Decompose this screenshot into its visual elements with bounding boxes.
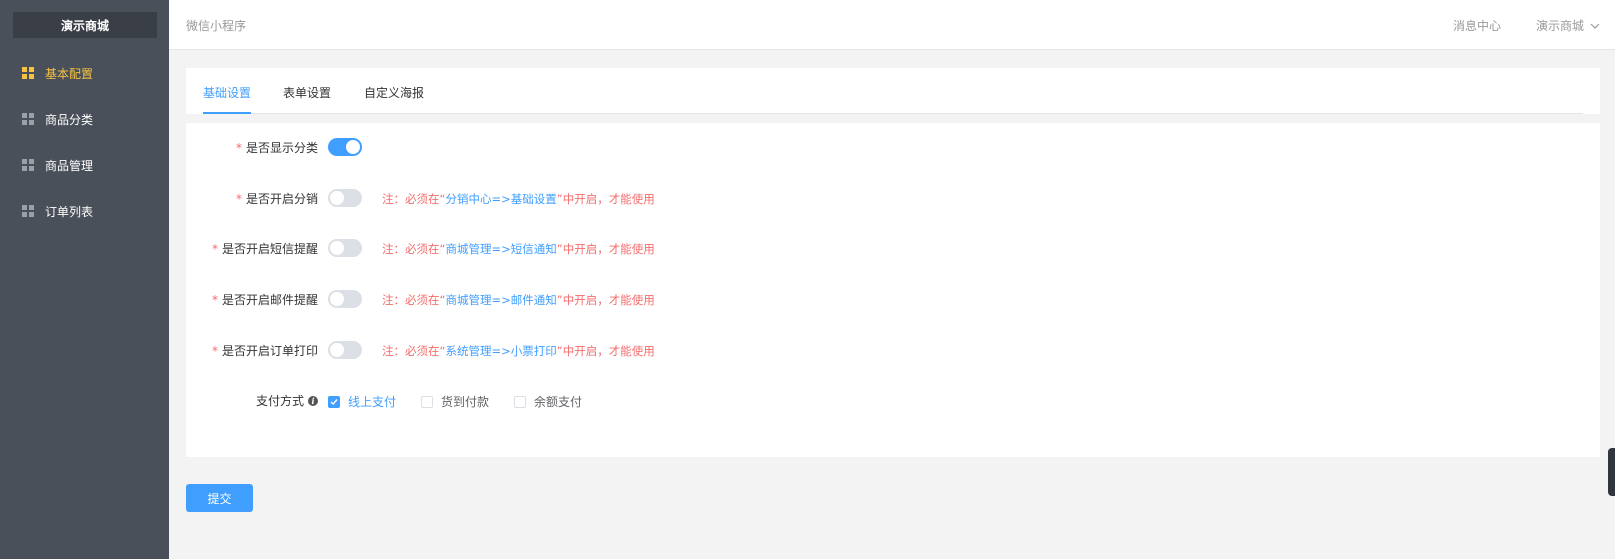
brand-logo: 演示商城 <box>13 12 157 38</box>
required-mark: * <box>235 191 242 206</box>
info-icon[interactable]: i <box>308 395 318 406</box>
required-mark: * <box>211 292 218 307</box>
top-header: 微信小程序 消息中心 演示商城 <box>169 0 1615 50</box>
submit-button[interactable]: 提交 <box>186 484 253 512</box>
sms-settings-link[interactable]: 商城管理=>短信通知 <box>445 242 556 256</box>
side-drawer-handle[interactable] <box>1608 448 1615 496</box>
show-category-switch[interactable] <box>328 138 362 156</box>
chevron-down-icon <box>1590 23 1600 29</box>
print-settings-link[interactable]: 系统管理=>小票打印 <box>445 344 556 358</box>
email-note: 注：必须在“商城管理=>邮件通知”中开启，才能使用 <box>382 293 655 307</box>
cod-checkbox[interactable]: 货到付款 <box>421 393 489 410</box>
required-mark: * <box>235 140 242 155</box>
user-name: 演示商城 <box>1536 19 1585 33</box>
grid-icon <box>22 67 34 79</box>
checkbox-label: 货到付款 <box>441 395 490 409</box>
settings-form: * 是否显示分类 * 是否开启分销 注：必须在“分销中心=>基础设置”中开启，才能使… <box>186 123 1600 457</box>
enable-print-switch[interactable] <box>328 341 362 359</box>
enable-email-switch[interactable] <box>328 290 362 308</box>
grid-icon <box>22 159 34 171</box>
user-menu[interactable]: 演示商城 <box>1536 17 1600 34</box>
distribution-settings-link[interactable]: 分销中心=>基础设置 <box>445 192 556 206</box>
breadcrumb: 微信小程序 <box>186 19 247 33</box>
online-pay-checkbox[interactable]: 线上支付 <box>328 393 396 410</box>
tabs-bar: 基础设置 表单设置 自定义海报 <box>186 68 1600 114</box>
required-mark: * <box>211 241 218 256</box>
field-label: 是否显示分类 <box>245 141 318 155</box>
checkbox-label: 余额支付 <box>534 395 583 409</box>
enable-sms-switch[interactable] <box>328 239 362 257</box>
grid-icon <box>22 205 34 217</box>
balance-pay-checkbox[interactable]: 余额支付 <box>514 393 582 410</box>
form-row-payment: 支付方式 i 线上支付 货到付款 余额支付 <box>186 390 1600 410</box>
tab-form-settings[interactable]: 表单设置 <box>283 84 331 101</box>
field-label: 支付方式 <box>255 394 304 408</box>
check-icon <box>330 398 338 405</box>
email-settings-link[interactable]: 商城管理=>邮件通知 <box>445 293 556 307</box>
form-row-enable-distribution: * 是否开启分销 注：必须在“分销中心=>基础设置”中开启，才能使用 <box>186 188 1600 208</box>
required-mark: * <box>211 343 218 358</box>
checkbox-box <box>514 395 526 408</box>
sidebar-item-order-list[interactable]: 订单列表 <box>0 199 169 223</box>
sidebar-item-product-management[interactable]: 商品管理 <box>0 153 169 177</box>
sidebar-item-label: 订单列表 <box>45 204 94 219</box>
field-label: 是否开启分销 <box>245 192 318 206</box>
checkbox-label: 线上支付 <box>348 395 397 409</box>
form-row-show-category: * 是否显示分类 <box>186 137 1600 157</box>
sidebar: 演示商城 基本配置 商品分类 商品管理 订单列表 <box>0 0 169 559</box>
field-label: 是否开启短信提醒 <box>221 242 318 256</box>
checkbox-box <box>328 395 340 408</box>
tabs-divider <box>203 113 1583 114</box>
field-label: 是否开启订单打印 <box>221 344 318 358</box>
sidebar-item-label: 商品分类 <box>45 112 94 127</box>
field-label: 是否开启邮件提醒 <box>221 293 318 307</box>
sidebar-item-basic-config[interactable]: 基本配置 <box>0 61 169 85</box>
distribution-note: 注：必须在“分销中心=>基础设置”中开启，才能使用 <box>382 192 655 206</box>
form-row-enable-email: * 是否开启邮件提醒 注：必须在“商城管理=>邮件通知”中开启，才能使用 <box>186 289 1600 309</box>
form-row-enable-sms: * 是否开启短信提醒 注：必须在“商城管理=>短信通知”中开启，才能使用 <box>186 238 1600 258</box>
tab-custom-poster[interactable]: 自定义海报 <box>364 84 424 101</box>
sidebar-item-product-category[interactable]: 商品分类 <box>0 107 169 131</box>
tab-active-indicator <box>203 112 251 114</box>
sms-note: 注：必须在“商城管理=>短信通知”中开启，才能使用 <box>382 242 655 256</box>
form-row-enable-print: * 是否开启订单打印 注：必须在“系统管理=>小票打印”中开启，才能使用 <box>186 340 1600 360</box>
sidebar-item-label: 商品管理 <box>45 158 94 173</box>
grid-icon <box>22 113 34 125</box>
tab-basic-settings[interactable]: 基础设置 <box>203 84 251 101</box>
checkbox-box <box>421 395 433 408</box>
enable-distribution-switch[interactable] <box>328 189 362 207</box>
sidebar-item-label: 基本配置 <box>45 66 94 81</box>
print-note: 注：必须在“系统管理=>小票打印”中开启，才能使用 <box>382 344 655 358</box>
message-center-link[interactable]: 消息中心 <box>1453 17 1501 34</box>
